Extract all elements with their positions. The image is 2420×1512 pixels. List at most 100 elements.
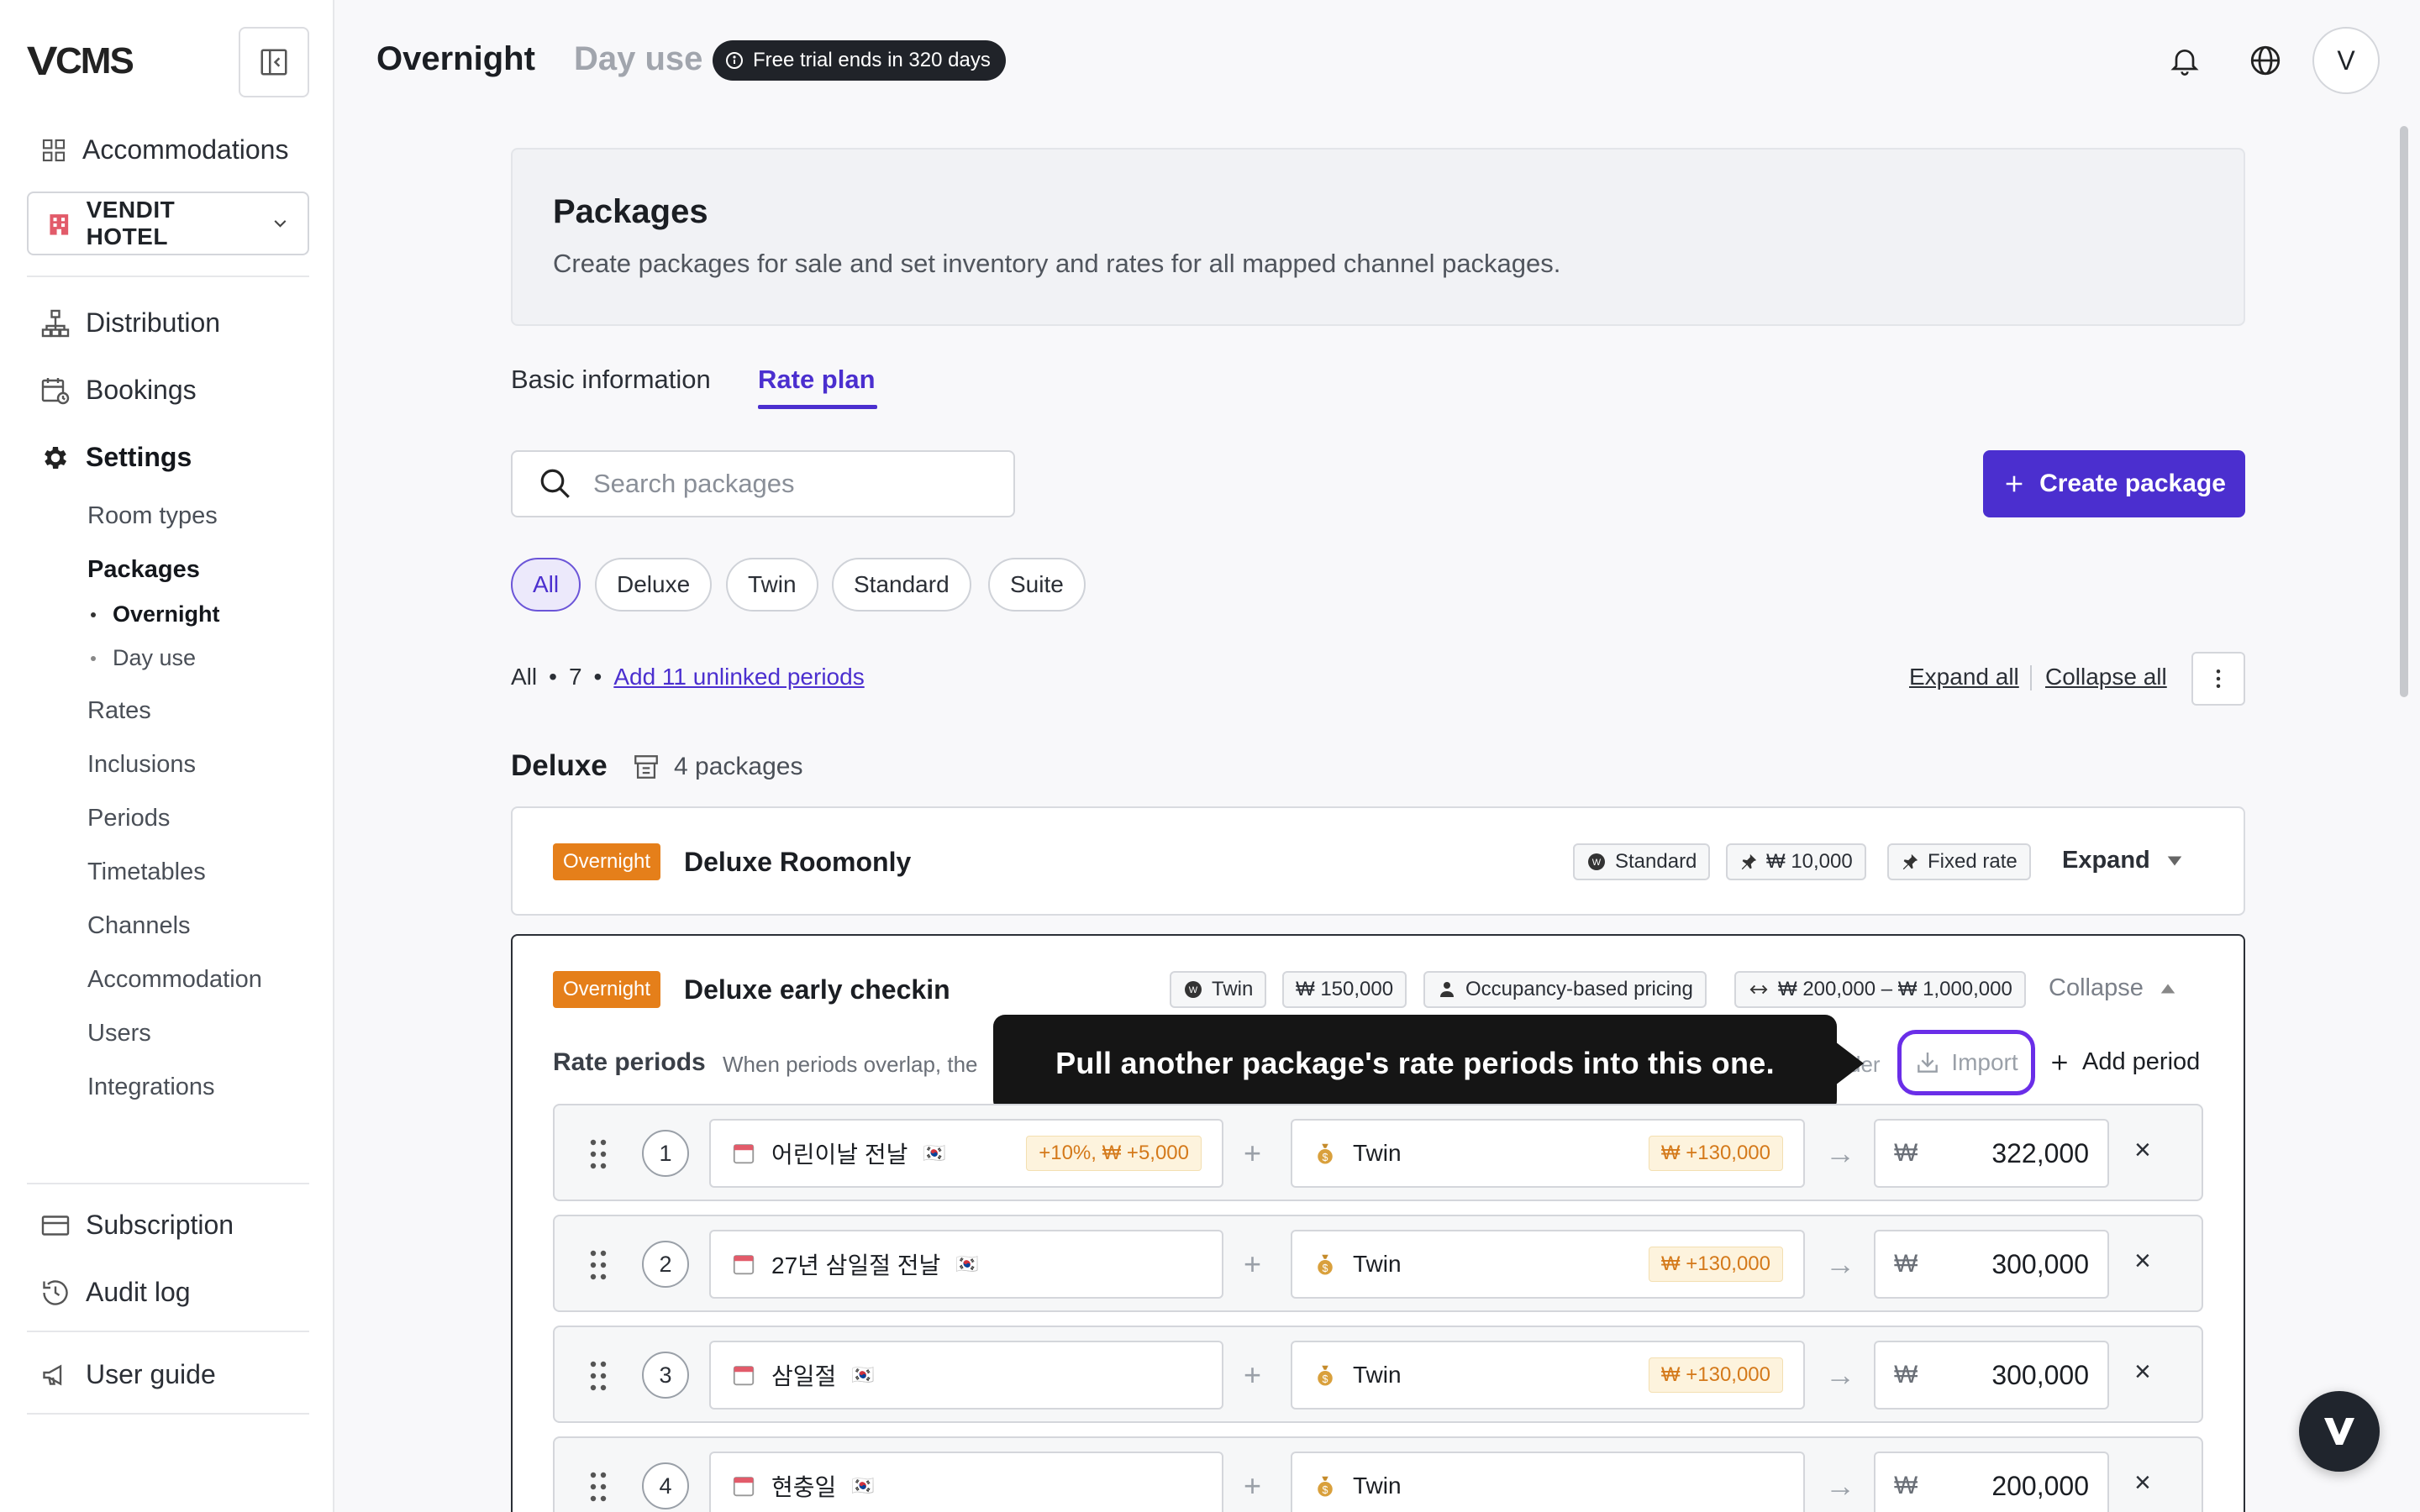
vcms-logo[interactable]: V CMS — [27, 39, 134, 84]
language-button[interactable] — [2244, 39, 2287, 82]
hotel-icon — [50, 214, 69, 235]
period-select[interactable]: 삼일절 🇰🇷 — [709, 1341, 1223, 1410]
room-adjustment-badge: ₩ +130,000 — [1648, 1247, 1783, 1282]
credit-card-icon — [41, 1215, 70, 1236]
nav-bookings[interactable]: Bookings — [40, 375, 197, 406]
collapse-sidebar-button[interactable] — [239, 27, 309, 97]
overnight-tag: Overnight — [553, 971, 661, 1008]
arrows-horizontal-icon — [1749, 984, 1768, 995]
money-bag-icon: $ — [1318, 1254, 1333, 1275]
nav-accommodations[interactable]: Accommodations — [40, 134, 288, 165]
more-options-button[interactable] — [2191, 652, 2245, 706]
nav-distribution[interactable]: Distribution — [40, 307, 220, 339]
search-input[interactable]: Search packages — [511, 450, 1015, 517]
nav-integrations[interactable]: Integrations — [87, 1074, 215, 1101]
room-type-pill: W Twin — [1170, 971, 1267, 1008]
drag-handle-icon[interactable] — [588, 1359, 608, 1393]
nav-room-types[interactable]: Room types — [87, 502, 218, 530]
drag-handle-icon[interactable] — [588, 1248, 608, 1282]
filter-chip-suite[interactable]: Suite — [988, 558, 1086, 612]
sitemap-icon — [41, 309, 70, 337]
nav-timetables[interactable]: Timetables — [87, 858, 206, 886]
price-input[interactable]: ₩ 300,000 — [1874, 1230, 2109, 1299]
user-avatar[interactable]: V — [2312, 27, 2380, 94]
rate-period-row: 2 27년 삼일절 전날 🇰🇷 + $ Twin ₩ +130,000 → ₩ … — [553, 1215, 2203, 1312]
hotel-select[interactable]: VENDIT HOTEL — [27, 192, 309, 255]
arrow-operator: → — [1825, 1247, 1855, 1281]
expand-toggle[interactable]: Expand — [2062, 847, 2184, 874]
money-bag-icon: $ — [1318, 1143, 1333, 1164]
filter-chip-twin[interactable]: Twin — [726, 558, 818, 612]
notifications-button[interactable] — [2163, 39, 2207, 82]
period-select[interactable]: 27년 삼일절 전날 🇰🇷 — [709, 1230, 1223, 1299]
nav-channels[interactable]: Channels — [87, 912, 191, 940]
expand-all-link[interactable]: Expand all — [1909, 664, 2019, 690]
kr-flag-icon: 🇰🇷 — [851, 1364, 875, 1385]
filter-chip-deluxe[interactable]: Deluxe — [595, 558, 713, 612]
calendar-icon — [733, 1255, 755, 1275]
kr-flag-icon: 🇰🇷 — [923, 1142, 946, 1163]
plus-icon — [2052, 1054, 2067, 1070]
nav-user-guide[interactable]: User guide — [40, 1359, 216, 1390]
help-chat-button[interactable] — [2299, 1391, 2380, 1472]
nav-settings[interactable]: Settings — [40, 442, 192, 473]
filter-chip-all[interactable]: All — [511, 558, 581, 612]
nav-packages[interactable]: Packages — [87, 556, 200, 584]
room-select[interactable]: $ Twin ₩ +130,000 — [1291, 1119, 1805, 1188]
collapse-all-link[interactable]: Collapse all — [2045, 664, 2167, 690]
period-select[interactable]: 어린이날 전날 🇰🇷 +10%, ₩ +5,000 — [709, 1119, 1223, 1188]
group-title: Deluxe — [511, 749, 608, 782]
package-card[interactable]: Overnight Deluxe Roomonly W Standard ₩ 1… — [511, 806, 2245, 916]
remove-period-button[interactable]: × — [2134, 1467, 2151, 1499]
room-select[interactable]: $ Twin ₩ +130,000 — [1291, 1341, 1805, 1410]
search-icon — [540, 469, 570, 498]
add-period-button[interactable]: Add period — [2049, 1048, 2200, 1076]
calendar-clock-icon — [41, 377, 70, 404]
import-button[interactable]: Import — [1897, 1030, 2035, 1095]
price-pill: ₩ 150,000 — [1282, 971, 1407, 1008]
arrow-operator: → — [1825, 1468, 1855, 1503]
nav-packages-overnight[interactable]: Overnight — [91, 601, 220, 627]
nav-subscription[interactable]: Subscription — [40, 1210, 234, 1241]
info-icon — [726, 52, 743, 69]
room-select[interactable]: $ Twin — [1291, 1452, 1805, 1512]
price-pill: ₩ 10,000 — [1726, 843, 1866, 880]
filter-chip-standard[interactable]: Standard — [832, 558, 971, 612]
sidebar-divider — [27, 276, 309, 277]
page-title-overnight[interactable]: Overnight — [376, 40, 535, 78]
nav-rates[interactable]: Rates — [87, 697, 151, 725]
tab-basic-information[interactable]: Basic information — [511, 365, 711, 395]
remove-period-button[interactable]: × — [2134, 1134, 2151, 1167]
remove-period-button[interactable]: × — [2134, 1245, 2151, 1278]
nav-packages-day-use[interactable]: Day use — [91, 645, 196, 671]
add-unlinked-periods-link[interactable]: Add 11 unlinked periods — [613, 664, 864, 690]
nav-periods[interactable]: Periods — [87, 805, 170, 832]
sidebar-toggle-icon — [260, 49, 287, 76]
nav-users[interactable]: Users — [87, 1020, 151, 1047]
nav-audit-log[interactable]: Audit log — [40, 1277, 191, 1308]
sidebar-divider — [27, 1413, 309, 1415]
room-select[interactable]: $ Twin ₩ +130,000 — [1291, 1230, 1805, 1299]
tab-rate-plan[interactable]: Rate plan — [758, 365, 876, 395]
drag-handle-icon[interactable] — [588, 1137, 608, 1171]
tab-day-use[interactable]: Day use — [574, 40, 702, 78]
price-input[interactable]: ₩ 300,000 — [1874, 1341, 2109, 1410]
plus-operator: + — [1244, 1136, 1262, 1170]
drag-handle-icon[interactable] — [588, 1470, 608, 1504]
rate-periods-help: When periods overlap, the — [723, 1052, 978, 1077]
calendar-icon — [733, 1477, 755, 1497]
price-input[interactable]: ₩ 200,000 — [1874, 1452, 2109, 1512]
create-package-button[interactable]: Create package — [1983, 450, 2245, 517]
price-input[interactable]: ₩ 322,000 — [1874, 1119, 2109, 1188]
nav-accommodation[interactable]: Accommodation — [87, 966, 262, 994]
price-range-pill: ₩ 200,000 – ₩ 1,000,000 — [1734, 971, 2026, 1008]
period-order-number: 4 — [642, 1462, 689, 1509]
remove-period-button[interactable]: × — [2134, 1356, 2151, 1389]
sidebar: V CMS Accommodations VENDIT HOTEL Distrib… — [0, 0, 334, 1512]
arrow-operator: → — [1825, 1357, 1855, 1392]
nav-inclusions[interactable]: Inclusions — [87, 751, 196, 779]
collapse-toggle[interactable]: Collapse — [2049, 974, 2177, 1002]
page-scrollbar[interactable] — [2400, 126, 2408, 697]
import-tooltip: Pull another package's rate periods into… — [993, 1015, 1837, 1112]
period-select[interactable]: 현충일 🇰🇷 — [709, 1452, 1223, 1512]
